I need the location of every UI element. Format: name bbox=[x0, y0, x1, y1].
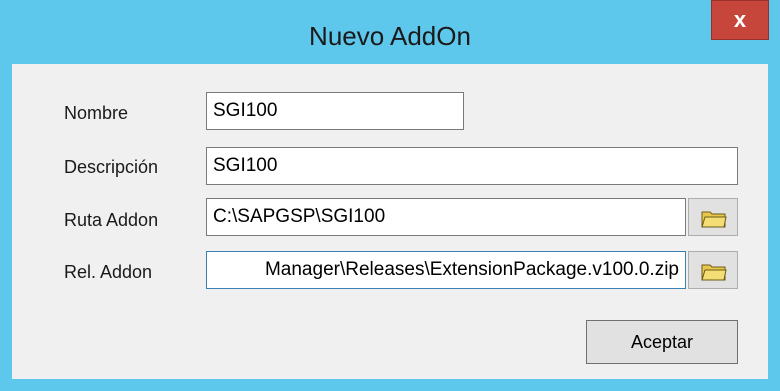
ruta-addon-input[interactable]: C:\SAPGSP\SGI100 bbox=[206, 198, 686, 236]
rel-addon-label: Rel. Addon bbox=[64, 262, 153, 282]
window-title: Nuevo AddOn bbox=[309, 21, 471, 51]
title-bar[interactable]: Nuevo AddOn x bbox=[0, 0, 780, 64]
folder-icon bbox=[701, 211, 727, 228]
descripcion-input[interactable]: SGI100 bbox=[206, 147, 738, 185]
nombre-label: Nombre bbox=[64, 103, 129, 123]
nombre-input[interactable]: SGI100 bbox=[206, 92, 464, 130]
close-icon: x bbox=[733, 7, 747, 32]
close-button[interactable]: x bbox=[711, 0, 769, 40]
descripcion-label: Descripción bbox=[64, 157, 159, 177]
rel-addon-browse-button[interactable] bbox=[688, 251, 738, 289]
folder-icon bbox=[701, 264, 727, 281]
dialog-window: Nuevo AddOn x Nombre SGI100 Descripción … bbox=[0, 0, 780, 391]
rel-addon-input[interactable]: Manager\Releases\ExtensionPackage.v100.0… bbox=[206, 251, 686, 289]
ruta-addon-browse-button[interactable] bbox=[688, 198, 738, 236]
dialog-body: Nombre SGI100 Descripción SGI100 Ruta Ad… bbox=[12, 64, 768, 379]
ruta-addon-label: Ruta Addon bbox=[64, 210, 159, 230]
accept-button[interactable]: Aceptar bbox=[586, 320, 738, 364]
